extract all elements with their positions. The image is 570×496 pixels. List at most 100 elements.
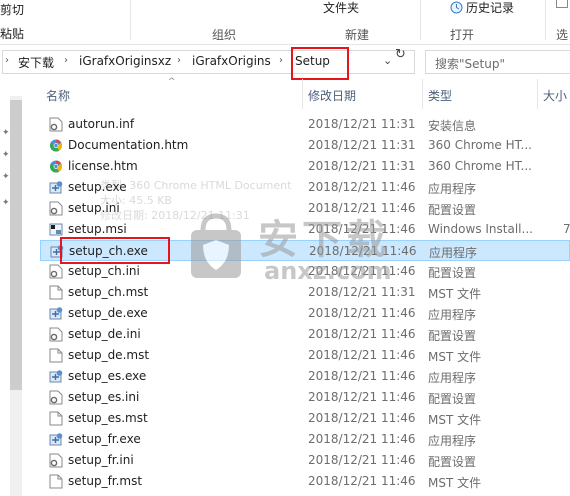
search-placeholder: 搜索"Setup" (435, 57, 505, 71)
history-icon (450, 1, 463, 14)
column-divider[interactable] (302, 79, 303, 109)
file-row[interactable]: setup_es.ini 2018/12/21 11:46 配置设置 (40, 387, 570, 408)
file-type: 配置设置 (428, 203, 477, 217)
settings-file-icon (49, 201, 63, 216)
file-row[interactable]: setup_de.ini 2018/12/21 11:46 配置设置 (40, 324, 570, 345)
file-date: 2018/12/21 11:46 (308, 369, 416, 383)
pin-icon[interactable]: ✦ (2, 128, 10, 138)
file-type: 配置设置 (428, 329, 477, 343)
file-name: setup_es.exe (68, 369, 147, 383)
file-row[interactable]: Documentation.htm 2018/12/21 11:31 360 Chr… (40, 135, 570, 156)
file-name: Documentation.htm (68, 138, 189, 152)
file-name: setup_es.ini (68, 390, 140, 404)
file-type: 360 Chrome HT... (428, 138, 532, 152)
ribbon-divider (130, 0, 131, 40)
address-history-chevron-icon[interactable]: ⌄ (383, 54, 392, 67)
file-row[interactable]: license.htm 2018/12/21 11:31 360 Chrome HT… (40, 156, 570, 177)
column-divider[interactable] (422, 79, 423, 109)
file-date: 2018/12/21 11:31 (308, 285, 416, 299)
checkbox-icon[interactable] (556, 0, 568, 8)
file-type: 应用程序 (428, 434, 477, 448)
pin-icon[interactable]: ✦ (2, 150, 10, 160)
column-header-type[interactable]: 类型 (428, 87, 452, 104)
breadcrumb-item[interactable]: 安下载 (18, 54, 54, 71)
file-name: setup.msi (68, 222, 127, 236)
breadcrumb-item[interactable]: iGrafxOrigins (192, 54, 271, 68)
file-type: 安装信息 (428, 119, 477, 133)
file-row[interactable]: setup.exe 2018/12/21 11:46 应用程序 (40, 177, 570, 198)
file-date: 2018/12/21 11:46 (308, 348, 416, 362)
settings-file-icon (49, 327, 63, 342)
setup-exe-icon (49, 306, 63, 321)
column-divider[interactable] (537, 79, 538, 109)
file-date: 2018/12/21 11:46 (308, 474, 416, 488)
file-row[interactable]: setup_fr.ini 2018/12/21 11:46 配置设置 (40, 450, 570, 471)
file-row[interactable]: setup_ch.mst 2018/12/21 11:31 MST 文件 (40, 282, 570, 303)
refresh-icon[interactable]: ↻ (395, 47, 406, 62)
settings-file-icon (49, 390, 63, 405)
file-date: 2018/12/21 11:46 (308, 180, 416, 194)
file-row[interactable]: setup_fr.exe 2018/12/21 11:46 应用程序 (40, 429, 570, 450)
file-type: MST 文件 (428, 413, 482, 427)
file-name: setup_de.exe (68, 306, 148, 320)
breadcrumb-separator-icon: › (177, 55, 181, 66)
address-bar[interactable]: › 安下载 › iGrafxOriginsxz › iGrafxOrigins … (2, 50, 415, 74)
blank-file-icon (49, 411, 63, 426)
breadcrumb-separator-icon: › (279, 55, 283, 66)
highlight-box-setup (291, 47, 349, 80)
breadcrumb-item[interactable]: iGrafxOriginsxz (79, 54, 171, 68)
file-type: 应用程序 (428, 371, 477, 385)
file-name: setup_ch.mst (68, 285, 149, 299)
setup-exe-icon (49, 369, 63, 384)
select-group-label: 选 (556, 28, 569, 42)
new-group-label: 新建 (345, 28, 370, 42)
column-header-size[interactable]: 大小 (543, 87, 567, 104)
settings-file-icon (49, 264, 63, 279)
file-row[interactable]: setup.ini 2018/12/21 11:46 配置设置 (40, 198, 570, 219)
search-input[interactable]: 搜索"Setup" (425, 50, 570, 74)
ribbon-divider (420, 0, 421, 40)
file-date: 2018/12/21 11:46 (308, 453, 416, 467)
file-type: 应用程序 (428, 308, 477, 322)
browser-icon (49, 159, 63, 174)
history-button[interactable]: 历史记录 (450, 0, 514, 16)
file-row[interactable]: setup_es.exe 2018/12/21 11:46 应用程序 (40, 366, 570, 387)
file-date: 2018/12/21 11:31 (308, 159, 416, 173)
file-date: 2018/12/21 11:46 (309, 244, 417, 258)
file-name: autorun.inf (68, 117, 135, 131)
file-date: 2018/12/21 11:31 (308, 138, 416, 152)
cut-button[interactable]: 剪切 (0, 1, 24, 18)
file-row[interactable]: setup_es.mst 2018/12/21 11:46 MST 文件 (40, 408, 570, 429)
blank-file-icon (49, 285, 63, 300)
file-date: 2018/12/21 11:46 (308, 222, 416, 236)
file-row[interactable]: autorun.inf 2018/12/21 11:31 安装信息 (40, 114, 570, 135)
pin-icon[interactable]: ✦ (2, 172, 10, 182)
file-name: setup.ini (68, 201, 120, 215)
file-type: MST 文件 (428, 476, 482, 490)
column-header-name[interactable]: 名称 (46, 87, 70, 104)
new-folder-button[interactable]: 文件夹 (323, 0, 359, 16)
ribbon-divider (545, 0, 546, 40)
paste-button[interactable]: 粘贴 (0, 25, 24, 42)
file-name: setup_fr.mst (68, 474, 143, 488)
column-header-date[interactable]: 修改日期 (308, 87, 356, 104)
file-date: 2018/12/21 11:46 (308, 264, 416, 278)
open-group-label: 打开 (450, 28, 475, 42)
file-type: MST 文件 (428, 287, 482, 301)
file-type: 应用程序 (428, 182, 477, 196)
setup-exe-icon (49, 432, 63, 447)
pin-icon[interactable]: ✦ (2, 198, 10, 208)
settings-file-icon (49, 117, 63, 132)
file-row[interactable]: setup_ch.ini 2018/12/21 11:46 配置设置 (40, 261, 570, 282)
history-label: 历史记录 (466, 1, 515, 15)
navigation-scrollbar-thumb[interactable] (10, 100, 22, 390)
ribbon: 剪切 粘贴 组织 文件夹 新建 历史记录 打开 选 (0, 0, 570, 45)
file-row[interactable]: setup_de.mst 2018/12/21 11:46 MST 文件 (40, 345, 570, 366)
file-row[interactable]: setup_fr.mst 2018/12/21 11:46 MST 文件 (40, 471, 570, 492)
file-type: Windows Install... (428, 222, 533, 236)
address-bar-area: › 安下载 › iGrafxOriginsxz › iGrafxOrigins … (0, 45, 570, 80)
file-row[interactable]: setup_de.exe 2018/12/21 11:46 应用程序 (40, 303, 570, 324)
file-name: setup_de.mst (68, 348, 150, 362)
file-type: MST 文件 (428, 350, 482, 364)
file-name: setup_ch.ini (68, 264, 140, 278)
